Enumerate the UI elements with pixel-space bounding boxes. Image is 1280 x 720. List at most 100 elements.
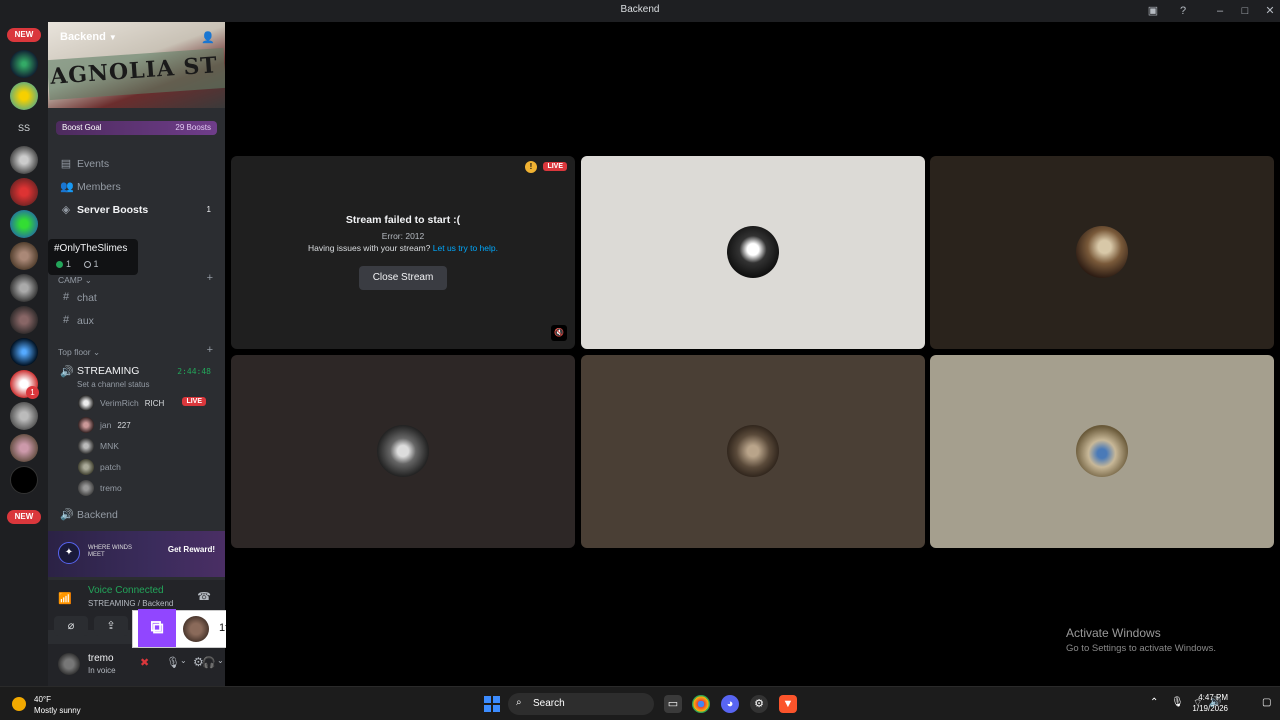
server-icon[interactable] [10,242,38,270]
voice-connected-subtitle[interactable]: STREAMING / Backend [88,599,173,608]
voice-member[interactable]: MNK [78,437,218,455]
settings-gear-icon[interactable]: ⚙ [193,655,204,669]
unread-badge: 1 [26,386,39,399]
close-window-icon[interactable]: ✕ [1262,3,1278,19]
category-label: CAMP [58,275,83,285]
inbox-icon[interactable]: ▣ [1145,3,1161,19]
chrome-icon[interactable] [692,695,710,713]
notification-icon[interactable]: ▢ [1262,697,1271,708]
voice-connected-title: Voice Connected [88,585,164,596]
stream-grid: ! LIVE Stream failed to start :( Error: … [226,22,1280,686]
set-channel-status[interactable]: Set a channel status [77,380,150,389]
sun-icon [12,697,26,711]
brave-icon[interactable]: ▼ [779,695,797,713]
voice-member[interactable]: jan 227 [78,416,218,434]
member-tag: 227 [117,421,131,430]
disconnect-icon[interactable]: ☎ [197,590,211,603]
server-name-button[interactable]: Backend ▼ [60,31,117,43]
avatar [727,425,779,477]
add-channel-icon[interactable]: + [207,344,213,356]
voice-member[interactable]: tremo [78,479,218,497]
promo-banner[interactable]: ✦ WHERE WINDS MEET Get Reward! [48,531,225,577]
microphone-icon[interactable]: 🎙 [1171,697,1184,708]
hash-icon: # [62,291,70,303]
voice-channel-backend[interactable]: 🔊 Backend [56,505,221,525]
avatar [78,438,94,454]
boost-icon: ◈ [61,204,71,216]
mute-icon[interactable]: 🔇 [551,325,567,341]
warning-icon: ! [525,161,537,173]
clock-time: 4:47 PM [1198,693,1228,702]
menu-item-server-boosts[interactable]: ◈ Server Boosts 1 [56,200,221,220]
chevron-down-icon[interactable]: ⌄ [217,656,224,665]
avatar[interactable] [58,653,80,675]
server-icon[interactable] [10,306,38,334]
search-icon: ⌕ [516,697,522,708]
get-reward-button[interactable]: Get Reward! [168,545,215,554]
menu-item-events[interactable]: ▤ Events [56,154,221,174]
menu-item-members[interactable]: 👥 Members [56,177,221,197]
screen-share-button[interactable]: ⇪ [94,616,128,636]
participant-tile[interactable] [231,355,575,548]
clock[interactable]: 4:47 PM 1/19/2026 [1192,692,1228,714]
headphones-icon[interactable]: 🎧 [202,656,216,669]
weather-condition: Mostly sunny [34,706,81,715]
speaker-icon: 🔊 [60,366,74,378]
voice-channel-name: STREAMING [77,365,140,377]
online-dot-icon [56,261,63,269]
chevron-down-icon[interactable]: ⌄ [180,656,187,665]
speaker-icon: 🔊 [60,509,74,521]
participant-tile[interactable] [930,156,1274,349]
live-badge: LIVE [543,162,567,171]
server-icon[interactable] [10,434,38,462]
signal-icon[interactable]: 📶 [58,592,72,605]
participant-tile[interactable] [581,156,925,349]
close-stream-button[interactable]: Close Stream [359,266,447,290]
help-icon[interactable]: ? [1175,3,1191,19]
chevron-up-icon[interactable]: ⌃ [1150,697,1158,708]
nitro-icon: ✦ [58,542,80,564]
minimize-icon[interactable]: – [1212,3,1228,19]
help-link[interactable]: Let us try to help. [433,243,498,253]
offline-dot-icon [83,261,91,269]
server-icon[interactable] [10,466,38,494]
participant-tile[interactable] [930,355,1274,548]
boost-goal-bar[interactable]: Boost Goal 29 Boosts [56,121,217,135]
server-icon-ss[interactable]: SS [10,114,38,142]
voice-channel-name: Backend [77,509,118,521]
channel-aux[interactable]: # aux [56,311,221,331]
taskbar-search[interactable]: ⌕ Search [508,693,654,715]
hash-icon: # [62,314,70,326]
server-icon[interactable] [10,146,38,174]
avatar [78,480,94,496]
noise-suppression-button[interactable]: ⌀ [54,616,88,636]
server-icon[interactable] [10,210,38,238]
channel-chat[interactable]: # chat [56,288,221,308]
server-icon[interactable] [10,178,38,206]
voice-channel-streaming[interactable]: 🔊 STREAMING 2:44:48 Set a channel status [56,362,221,392]
voice-member[interactable]: patch [78,458,218,476]
voice-member[interactable]: VerimRich RICH LIVE [78,394,218,412]
windows-start-icon[interactable] [484,696,500,712]
gamepad-icon[interactable]: ✖ [140,656,149,669]
category-top-floor[interactable]: Top floor ⌄ [58,347,100,358]
add-channel-icon[interactable]: + [207,272,213,284]
server-banner: AGNOLIA ST Backend ▼ 👤 [48,22,225,108]
tooltip-title: #OnlyTheSlimes [54,243,128,254]
server-icon[interactable] [10,82,38,110]
participant-tile[interactable] [581,355,925,548]
category-camp[interactable]: CAMP ⌄ [58,275,92,286]
invite-people-icon[interactable]: 👤 [201,31,215,44]
discord-icon[interactable]: ◕ [721,695,739,713]
microphone-icon[interactable]: 🎙 [166,656,180,669]
server-icon[interactable] [10,402,38,430]
server-rail: NEW SS 1 NEW [0,22,48,686]
maximize-icon[interactable]: □ [1237,3,1253,19]
server-icon[interactable] [10,274,38,302]
steam-icon[interactable]: ⚙ [750,695,768,713]
file-explorer-icon[interactable]: ▭ [664,695,682,713]
twitch-logo-icon: ⧉ [138,609,176,647]
server-icon[interactable] [10,50,38,78]
stream-tile-error[interactable]: ! LIVE Stream failed to start :( Error: … [231,156,575,349]
server-icon[interactable] [10,338,38,366]
